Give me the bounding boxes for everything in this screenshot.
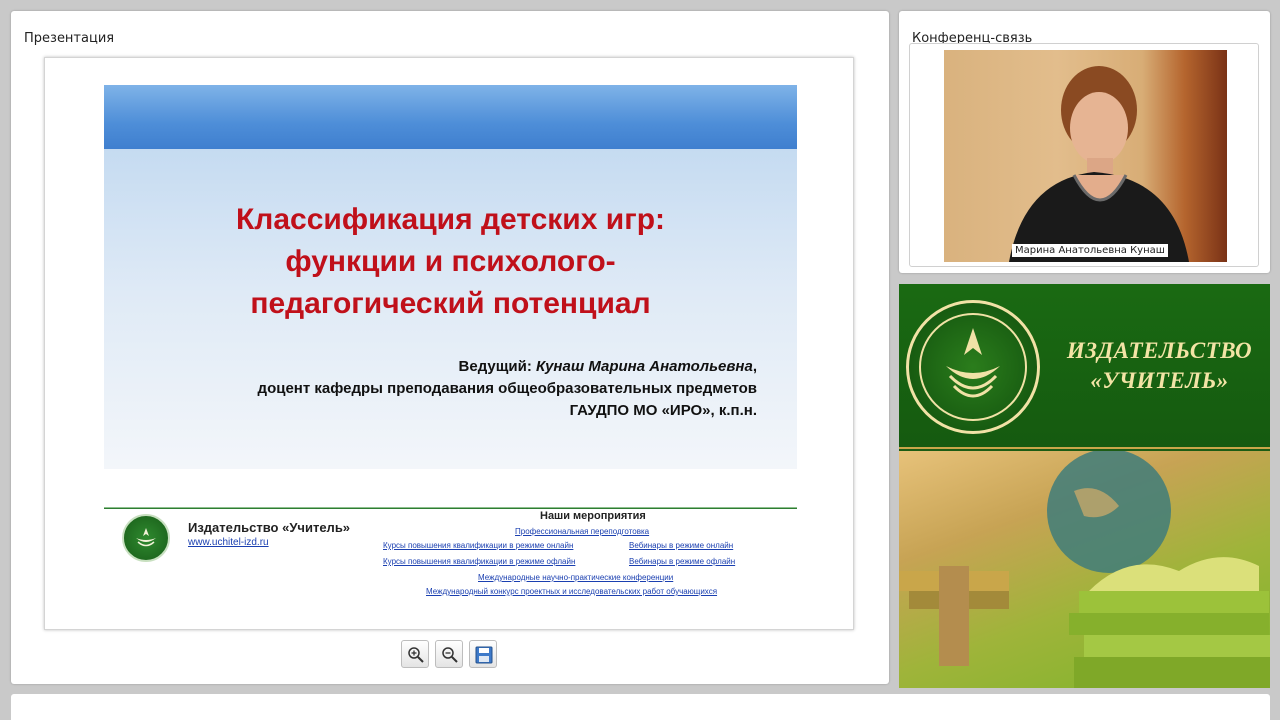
- zoom-out-button[interactable]: [435, 640, 463, 668]
- participant-silhouette-icon: [1009, 66, 1189, 262]
- books-globe-illustration-icon: [899, 449, 1270, 688]
- presenter-line: Ведущий: Кунаш Марина Анатольевна,: [258, 356, 757, 378]
- slide-footer: Издательство «Учитель» www.uchitel-izd.r…: [104, 507, 797, 627]
- event-link[interactable]: Профессиональная переподготовка: [515, 527, 649, 536]
- bottom-panel: [11, 694, 1270, 720]
- publisher-banner-image: [899, 449, 1270, 688]
- event-link[interactable]: Вебинары в режиме онлайн: [629, 541, 733, 550]
- publisher-banner-name: ИЗДАТЕЛЬСТВО «УЧИТЕЛЬ»: [1057, 336, 1262, 396]
- zoom-in-button[interactable]: [401, 640, 429, 668]
- footer-divider: [104, 507, 797, 509]
- presentation-panel: Презентация Классификация детских игр: ф…: [11, 11, 889, 684]
- save-icon: [475, 646, 493, 664]
- footer-publisher-name: Издательство «Учитель»: [188, 520, 351, 535]
- video-frame: Марина Анатольевна Кунаш: [909, 43, 1259, 267]
- slide-body: Классификация детских игр: функции и пси…: [104, 149, 797, 469]
- footer-url-link[interactable]: www.uchitel-izd.ru: [188, 537, 269, 548]
- zoom-in-icon: [408, 647, 424, 663]
- publisher-emblem-icon: [906, 300, 1040, 434]
- publisher-banner-line: «УЧИТЕЛЬ»: [1090, 368, 1229, 393]
- event-link[interactable]: Курсы повышения квалификации в режиме он…: [383, 541, 573, 550]
- event-link[interactable]: Курсы повышения квалификации в режиме оф…: [383, 557, 575, 566]
- publisher-logo-icon: [122, 514, 170, 562]
- event-link[interactable]: Международный конкурс проектных и исслед…: [426, 587, 717, 596]
- presenter-info: Ведущий: Кунаш Марина Анатольевна, доцен…: [258, 356, 757, 422]
- event-link[interactable]: Международные научно-практические конфер…: [478, 573, 673, 582]
- presentation-panel-title: Презентация: [24, 31, 115, 46]
- slide-header-bar: [104, 85, 797, 149]
- slide: Классификация детских игр: функции и пси…: [44, 57, 854, 630]
- slide-title-line: педагогический потенциал: [250, 287, 651, 320]
- publisher-banner-top: ИЗДАТЕЛЬСТВО «УЧИТЕЛЬ»: [899, 284, 1270, 449]
- slide-title-line: Классификация детских игр:: [235, 203, 666, 236]
- publisher-banner: ИЗДАТЕЛЬСТВО «УЧИТЕЛЬ»: [899, 284, 1270, 688]
- publisher-banner-line: ИЗДАТЕЛЬСТВО: [1066, 338, 1253, 363]
- events-title: Наши мероприятия: [540, 510, 646, 522]
- participant-name-label: Марина Анатольевна Кунаш: [1012, 244, 1168, 257]
- presenter-position: доцент кафедры преподавания общеобразова…: [257, 380, 757, 397]
- presenter-comma: ,: [752, 358, 757, 375]
- presenter-label: Ведущий:: [458, 358, 532, 375]
- save-button[interactable]: [469, 640, 497, 668]
- event-link[interactable]: Вебинары в режиме офлайн: [629, 557, 735, 566]
- participant-video[interactable]: Марина Анатольевна Кунаш: [944, 50, 1227, 262]
- slide-title-line: функции и психолого-: [285, 245, 616, 278]
- presenter-name: Кунаш Марина Анатольевна: [536, 358, 753, 375]
- conference-panel: Конференц-связь Марина Анатольевна Кунаш: [899, 11, 1270, 273]
- presenter-org: ГАУДПО МО «ИРО», к.п.н.: [569, 402, 757, 419]
- slide-title: Классификация детских игр: функции и пси…: [104, 199, 797, 325]
- zoom-out-icon: [442, 647, 458, 663]
